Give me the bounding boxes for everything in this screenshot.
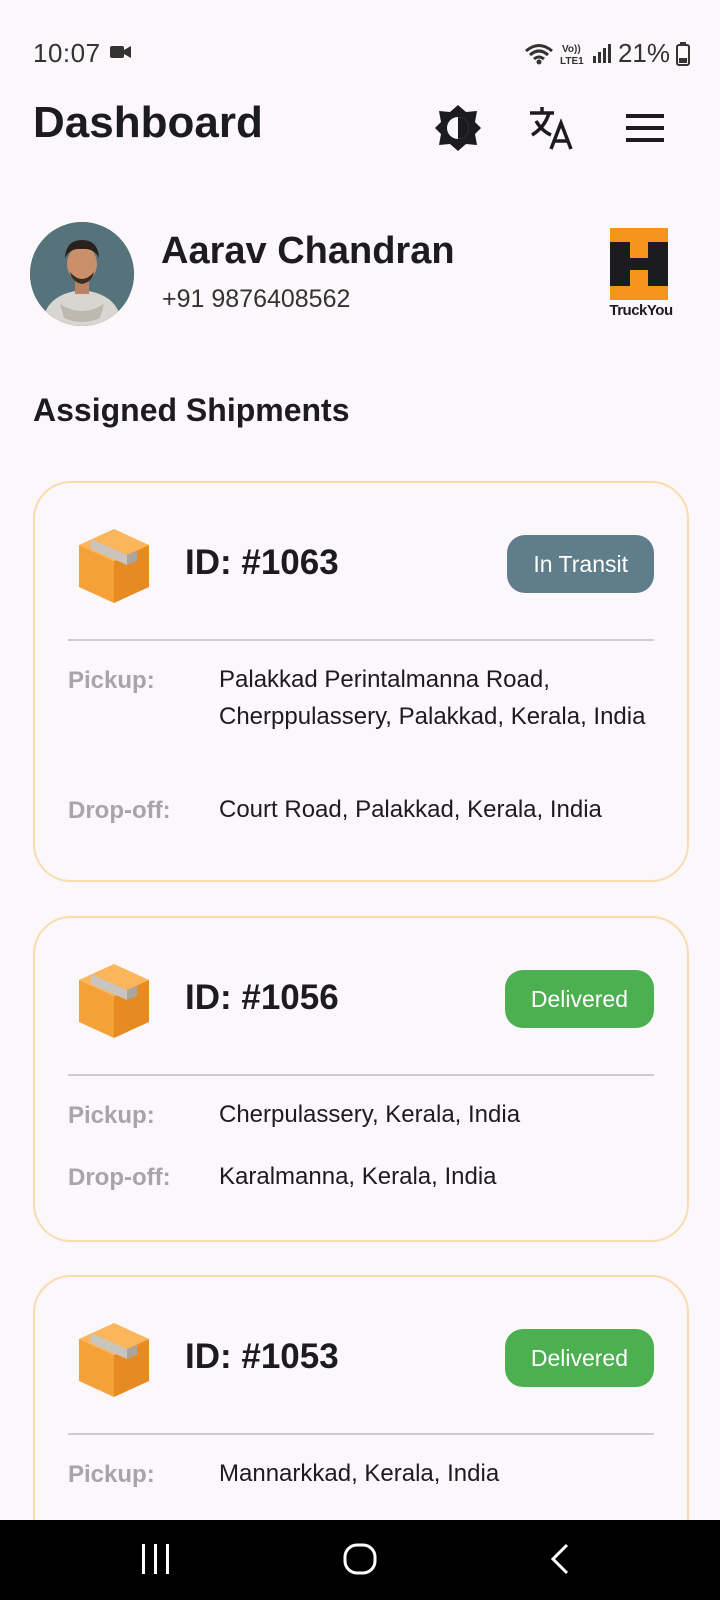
back-icon[interactable] bbox=[548, 1542, 572, 1576]
home-icon[interactable] bbox=[342, 1542, 378, 1576]
theme-toggle-icon[interactable] bbox=[433, 103, 483, 153]
svg-text:LTE1: LTE1 bbox=[560, 56, 584, 66]
dropoff-label: Drop-off: bbox=[68, 797, 171, 824]
package-icon bbox=[77, 525, 151, 605]
svg-text:Vo)): Vo)) bbox=[562, 44, 581, 55]
wifi-icon bbox=[524, 43, 554, 65]
video-camera-icon bbox=[110, 44, 132, 65]
package-icon bbox=[77, 960, 151, 1040]
brand-logo: TruckYou bbox=[608, 226, 674, 326]
package-icon bbox=[77, 1319, 151, 1399]
pickup-label: Pickup: bbox=[68, 1102, 155, 1129]
divider bbox=[68, 1074, 654, 1076]
page-title: Dashboard bbox=[33, 98, 263, 147]
shipment-id: ID: #1056 bbox=[185, 978, 339, 1017]
status-icons: Vo)) LTE1 21% bbox=[524, 38, 690, 69]
pickup-label: Pickup: bbox=[68, 667, 155, 694]
avatar[interactable] bbox=[30, 222, 134, 326]
profile-name: Aarav Chandran bbox=[161, 230, 455, 272]
recent-apps-icon[interactable] bbox=[140, 1542, 172, 1576]
status-badge: Delivered bbox=[504, 970, 654, 1028]
divider bbox=[68, 1433, 654, 1435]
brand-name: TruckYou bbox=[609, 302, 673, 319]
pickup-address: Mannarkkad, Kerala, India bbox=[219, 1460, 500, 1487]
pickup-address: Palakkad Perintalmanna Road, Cherppulass… bbox=[219, 666, 646, 730]
battery-icon bbox=[676, 41, 690, 66]
pickup-address: Cherpulassery, Kerala, India bbox=[219, 1101, 521, 1128]
profile-phone: +91 9876408562 bbox=[162, 285, 351, 313]
volte-icon: Vo)) LTE1 bbox=[560, 42, 586, 66]
shipment-card[interactable]: ID: #1056 Delivered Pickup: Cherpulasser… bbox=[33, 916, 689, 1242]
shipment-id: ID: #1063 bbox=[185, 543, 339, 582]
battery-percent: 21% bbox=[617, 38, 670, 68]
dropoff-address: Court Road, Palakkad, Kerala, India bbox=[219, 796, 602, 823]
dropoff-label: Drop-off: bbox=[68, 1164, 171, 1191]
status-time: 10:07 bbox=[33, 38, 101, 68]
translate-icon[interactable] bbox=[527, 103, 577, 153]
shipment-card[interactable]: ID: #1063 In Transit Pickup: Palakkad Pe… bbox=[33, 481, 689, 882]
system-nav-bar bbox=[0, 1520, 720, 1600]
section-title: Assigned Shipments bbox=[33, 392, 350, 428]
menu-icon[interactable] bbox=[622, 103, 672, 153]
signal-icon bbox=[592, 43, 612, 64]
divider bbox=[68, 639, 654, 641]
dropoff-address: Karalmanna, Kerala, India bbox=[219, 1163, 497, 1190]
status-badge: Delivered bbox=[504, 1329, 654, 1387]
shipment-id: ID: #1053 bbox=[185, 1337, 339, 1376]
status-bar: 10:07 Vo)) LTE1 21% bbox=[0, 0, 720, 100]
pickup-label: Pickup: bbox=[68, 1461, 155, 1488]
status-badge: In Transit bbox=[507, 535, 654, 593]
